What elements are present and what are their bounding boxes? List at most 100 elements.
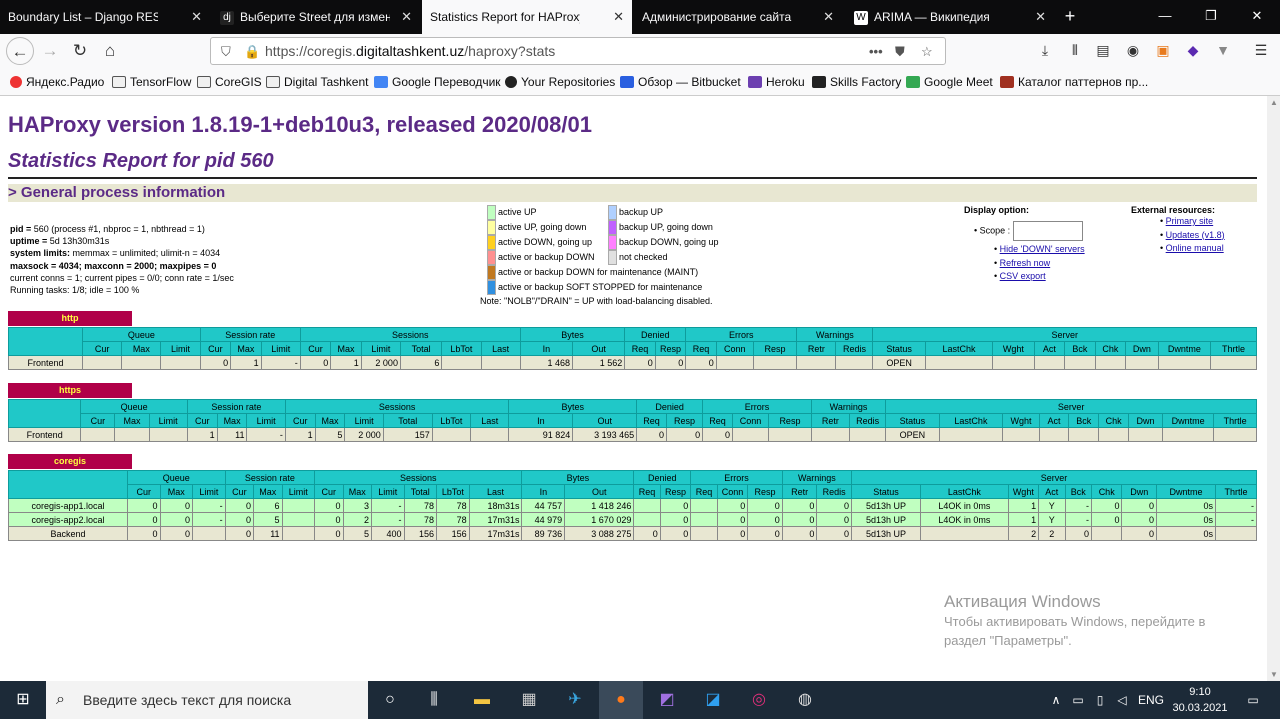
vertical-scrollbar[interactable]: ▲ ▼ [1267,96,1280,681]
volume-icon[interactable]: ◁ [1112,681,1132,719]
bookmark-item[interactable]: Яндекс.Радио [10,68,104,96]
table-cell: 0 [781,498,818,513]
extension-icon[interactable]: ◆ [1182,39,1204,61]
bookmark-item[interactable]: Heroku [748,68,805,96]
network-icon[interactable]: ▭ [1068,681,1088,719]
file-explorer-icon[interactable]: ▬ [460,681,504,719]
home-icon[interactable]: ⌂ [96,37,124,65]
vscode-icon[interactable]: ◪ [691,681,735,719]
table-row[interactable]: coregis-app1.local 0 0-0 6 0 3-78 78 18m31s 44 7… [8,498,1257,513]
battery-icon[interactable]: ▯ [1090,681,1110,719]
bookmark-item[interactable]: Google Переводчик [374,68,501,96]
bookmark-item[interactable]: Каталог паттернов пр... [1000,68,1148,96]
bookmark-item[interactable]: CoreGIS [197,68,262,96]
bookmark-item[interactable]: Digital Tashkent [266,68,369,96]
shield-icon[interactable]: ⛉ [221,38,231,65]
hide-down-servers-link[interactable]: Hide 'DOWN' servers [1000,244,1085,254]
table-row[interactable]: coregis-app2.local 0 0-0 5 0 2-78 78 17m31s 44 9… [8,512,1257,527]
row-name-cell[interactable]: coregis-app2.local [8,512,128,527]
timeline-icon[interactable]: ⫼ [412,681,456,719]
app-icon[interactable]: ▦ [507,681,551,719]
notifications-icon[interactable]: ▭ [1238,681,1268,719]
column-header-cell: Resp [768,413,812,428]
back-icon[interactable]: ← [6,37,34,65]
refresh-now-link[interactable]: Refresh now [1000,258,1051,268]
task-view-icon[interactable]: ○ [368,681,412,719]
app-icon[interactable]: ◎ [737,681,781,719]
language-indicator[interactable]: ENG [1136,681,1166,719]
reload-icon[interactable]: ↻ [66,37,94,65]
table-cell [431,427,472,442]
page-actions-button[interactable]: ••• [869,38,883,65]
proxy-name-https[interactable]: https [8,383,132,398]
updates-link[interactable]: Updates (v1.8) [1166,230,1225,240]
bookmark-item[interactable]: Обзор — Bitbucket [620,68,741,96]
bookmark-item[interactable]: TensorFlow [112,68,191,96]
tab-street[interactable]: dj Выберите Street для изменени ✕ [212,0,420,34]
table-cell: 3 [342,498,373,513]
tab-arima[interactable]: W ARIMA — Википедия ✕ [846,0,1054,34]
tray-chevron-icon[interactable]: ∧ [1046,681,1066,719]
csv-export-link[interactable]: CSV export [1000,271,1046,281]
menu-icon[interactable]: ☰ [1250,39,1272,61]
table-cell: 78 [436,512,470,527]
proxy-name-coregis[interactable]: coregis [8,454,132,469]
extension-icon[interactable]: ▣ [1152,39,1174,61]
window-close-icon[interactable]: ✕ [1234,0,1280,34]
maximize-icon[interactable]: ❐ [1188,0,1234,34]
minimize-icon[interactable]: — [1142,0,1188,34]
forward-icon[interactable]: → [36,37,64,65]
proxy-name-http[interactable]: http [8,311,132,326]
row-name-cell[interactable]: Backend [8,526,128,541]
close-icon[interactable]: ✕ [1035,0,1046,34]
visual-studio-icon[interactable]: ◩ [645,681,689,719]
table-cell: - [371,498,405,513]
sidebar-icon[interactable]: ▤ [1092,39,1114,61]
column-header-cell: Out [564,484,635,499]
table-cell: 1 468 [519,355,573,370]
scroll-down-icon[interactable]: ▼ [1270,670,1278,679]
row-name-cell[interactable]: Frontend [7,355,84,370]
close-icon[interactable]: ✕ [401,0,412,34]
lock-icon[interactable]: 🔒 [244,38,260,65]
page-title: HAProxy version 1.8.19-1+deb10u3, releas… [8,112,592,137]
column-header-cell: Status [850,484,922,499]
column-header-cell: Chk [1098,413,1129,428]
table-row[interactable]: Frontend 0 1-0 1 2 000 6 1 468 1 562 0 0 0 OPEN [7,355,1257,370]
primary-site-link[interactable]: Primary site [1166,216,1214,226]
url-text[interactable]: https://coregis.digitaltashkent.uz/hapro… [265,38,555,65]
row-name-cell[interactable]: Frontend [7,427,82,442]
tab-haproxy-stats[interactable]: Statistics Report for HAProxy ✕ [422,0,632,34]
taskbar-search[interactable]: ⌕ Введите здесь текст для поиска [46,681,368,719]
tab-boundary-list[interactable]: Boundary List – Django REST frame ✕ [0,0,210,34]
table-cell: - [260,355,301,370]
new-tab-button[interactable]: + [1058,0,1082,34]
online-manual-link[interactable]: Online manual [1166,243,1224,253]
downloads-icon[interactable]: ⤓ [1034,39,1056,61]
pocket-icon[interactable]: ⛊ [895,38,905,65]
table-row[interactable]: Frontend 1 11-1 5 2 000 157 91 824 3 193 465 0 0 0… [7,427,1257,442]
scroll-up-icon[interactable]: ▲ [1270,98,1278,107]
table-cell [281,526,316,541]
url-bar[interactable]: ⛉ 🔒 https://coregis.digitaltashkent.uz/h… [210,37,946,65]
row-name-cell[interactable]: coregis-app1.local [8,498,128,513]
close-icon[interactable]: ✕ [613,0,624,34]
bookmark-item[interactable]: Your Repositories [505,68,615,96]
extension-icon[interactable]: ▼ [1212,39,1234,61]
close-icon[interactable]: ✕ [191,0,202,34]
telegram-icon[interactable]: ✈ [553,681,597,719]
scope-input[interactable] [1012,221,1083,241]
bookmark-label: Your Repositories [521,75,616,89]
table-row[interactable]: Backend 0 0 0 11 0 5 400 156 156 17m31s 89 736 3 088… [8,526,1257,541]
bookmark-item[interactable]: Skills Factory [812,68,901,96]
account-icon[interactable]: ◉ [1122,39,1144,61]
close-icon[interactable]: ✕ [823,0,834,34]
app-icon[interactable]: ◍ [783,681,827,719]
tab-admin[interactable]: Администрирование сайта | Адми ✕ [634,0,842,34]
bookmark-item[interactable]: Google Meet [906,68,993,96]
clock[interactable]: 9:10 30.03.2021 [1172,684,1228,716]
bookmark-star-icon[interactable]: ☆ [921,38,933,65]
firefox-icon[interactable]: ● [599,681,643,719]
windows-start-icon[interactable]: ⊞ [0,681,46,719]
library-icon[interactable]: ⫴ [1064,39,1086,61]
